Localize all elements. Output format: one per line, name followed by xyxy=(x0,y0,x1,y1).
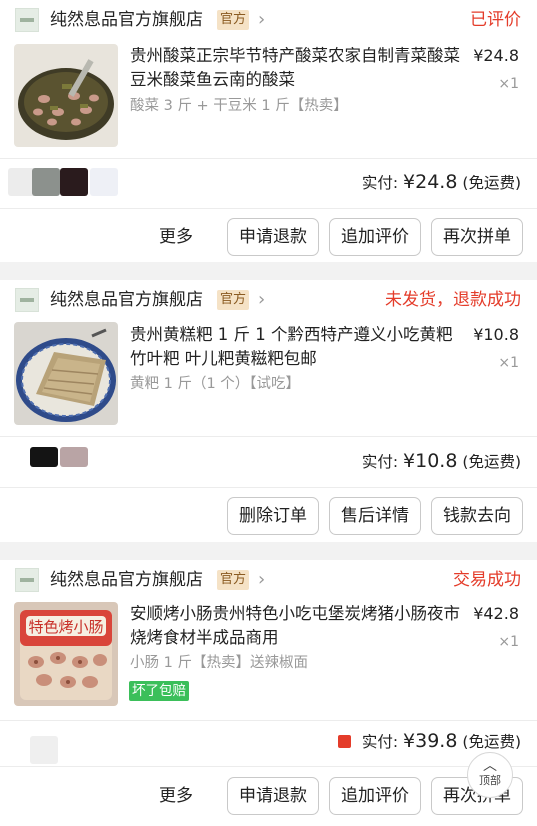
divider xyxy=(0,208,537,209)
shipping-note: (免运费) xyxy=(462,174,521,192)
order-card: 纯然息品官方旗舰店 官方 › 已评价 贵州酸菜正宗毕节特产酸菜农家自制青菜酸菜豆… xyxy=(0,0,537,262)
product-image[interactable]: 特色烤小肠 xyxy=(14,602,118,706)
shop-logo xyxy=(15,8,39,32)
shop-header[interactable]: 纯然息品官方旗舰店 官方 › 未发货，退款成功 xyxy=(0,280,537,318)
divider xyxy=(0,436,537,437)
chevron-up-icon: ︿ xyxy=(483,758,497,774)
product-image[interactable] xyxy=(14,44,118,147)
more-button[interactable]: 更多 xyxy=(159,777,193,815)
divider xyxy=(0,720,537,721)
product-title[interactable]: 安顺烤小肠贵州特色小吃屯堡炭烤猪小肠夜市烧烤食材半成品商用 xyxy=(130,602,460,650)
paid-total: 实付: ¥10.8 (免运费) xyxy=(362,450,521,473)
official-badge: 官方 xyxy=(217,10,250,30)
shop-header[interactable]: 纯然息品官方旗舰店 官方 › 已评价 xyxy=(0,0,537,38)
blurred-avatar xyxy=(30,736,58,764)
order-card: 纯然息品官方旗舰店 官方 › 交易成功 特色烤小肠 安顺烤小肠贵州特色小吃屯堡炭… xyxy=(0,560,537,826)
product-qty: ×1 xyxy=(498,76,519,92)
request-refund-button[interactable]: 申请退款 xyxy=(227,777,319,815)
shop-name[interactable]: 纯然息品官方旗舰店 xyxy=(50,568,203,592)
blurred-avatar xyxy=(90,168,118,196)
refund-destination-button[interactable]: 钱款去向 xyxy=(431,497,523,535)
add-review-button[interactable]: 追加评价 xyxy=(329,777,421,815)
divider xyxy=(0,158,537,159)
product-qty: ×1 xyxy=(498,634,519,650)
buy-again-button[interactable]: 再次拼单 xyxy=(431,218,523,256)
request-refund-button[interactable]: 申请退款 xyxy=(227,218,319,256)
blurred-avatar xyxy=(60,447,88,467)
product-price: ¥10.8 xyxy=(473,325,519,344)
product-title[interactable]: 贵州黄糕粑 1 斤 1 个黔西特产遵义小吃黄粑竹叶粑 叶儿粑黄糍粑包邮 xyxy=(130,323,460,371)
order-status: 交易成功 xyxy=(453,570,521,590)
product-price: ¥24.8 xyxy=(473,46,519,65)
shop-name[interactable]: 纯然息品官方旗舰店 xyxy=(50,288,203,312)
blurred-avatar xyxy=(60,168,88,196)
product-sku: 酸菜 3 斤 + 干豆米 1 斤【热卖】 xyxy=(130,98,348,114)
add-review-button[interactable]: 追加评价 xyxy=(329,218,421,256)
guarantee-tag: 坏了包赔 xyxy=(129,681,189,701)
shop-header[interactable]: 纯然息品官方旗舰店 官方 › 交易成功 xyxy=(0,560,537,598)
paid-amount: ¥39.8 xyxy=(403,730,458,752)
paid-total: 实付: ¥24.8 (免运费) xyxy=(362,171,521,194)
chevron-right-icon[interactable]: › xyxy=(258,288,265,312)
official-badge: 官方 xyxy=(217,570,250,590)
shop-logo xyxy=(15,568,39,592)
back-to-top-button[interactable]: ︿ 顶部 xyxy=(467,752,513,798)
coupon-icon xyxy=(337,735,351,748)
paid-label: 实付: xyxy=(361,174,399,192)
paid-total: 实付: ¥39.8 (免运费) xyxy=(337,730,521,753)
delete-order-button[interactable]: 删除订单 xyxy=(227,497,319,535)
chevron-right-icon[interactable]: › xyxy=(258,8,265,32)
product-qty: ×1 xyxy=(498,355,519,371)
paid-label: 实付: xyxy=(361,453,399,471)
shipping-note: (免运费) xyxy=(462,733,521,751)
order-card: 纯然息品官方旗舰店 官方 › 未发货，退款成功 贵州黄糕粑 1 斤 1 个黔西特… xyxy=(0,280,537,542)
product-title[interactable]: 贵州酸菜正宗毕节特产酸菜农家自制青菜酸菜豆米酸菜鱼云南的酸菜 xyxy=(130,44,460,92)
after-sale-details-button[interactable]: 售后详情 xyxy=(329,497,421,535)
product-price: ¥42.8 xyxy=(473,604,519,623)
paid-label: 实付: xyxy=(361,733,399,751)
shop-logo xyxy=(15,288,39,312)
product-sku: 黄粑 1 斤（1 个）【试吃】 xyxy=(130,376,301,392)
more-button[interactable]: 更多 xyxy=(159,218,193,256)
product-image[interactable] xyxy=(14,322,118,425)
official-badge: 官方 xyxy=(217,290,250,310)
paid-amount: ¥24.8 xyxy=(403,171,458,193)
back-to-top-label: 顶部 xyxy=(479,774,501,787)
order-status: 未发货，退款成功 xyxy=(385,290,521,310)
paid-amount: ¥10.8 xyxy=(403,450,458,472)
shipping-note: (免运费) xyxy=(462,453,521,471)
divider xyxy=(0,487,537,488)
blurred-avatar xyxy=(32,168,60,196)
product-image-text: 特色烤小肠 xyxy=(28,618,103,636)
blurred-avatar xyxy=(30,447,58,467)
shop-name[interactable]: 纯然息品官方旗舰店 xyxy=(50,8,203,32)
order-status: 已评价 xyxy=(470,10,521,30)
chevron-right-icon[interactable]: › xyxy=(258,568,265,592)
divider xyxy=(0,766,537,767)
product-sku: 小肠 1 斤【热卖】送辣椒面 xyxy=(130,655,308,671)
